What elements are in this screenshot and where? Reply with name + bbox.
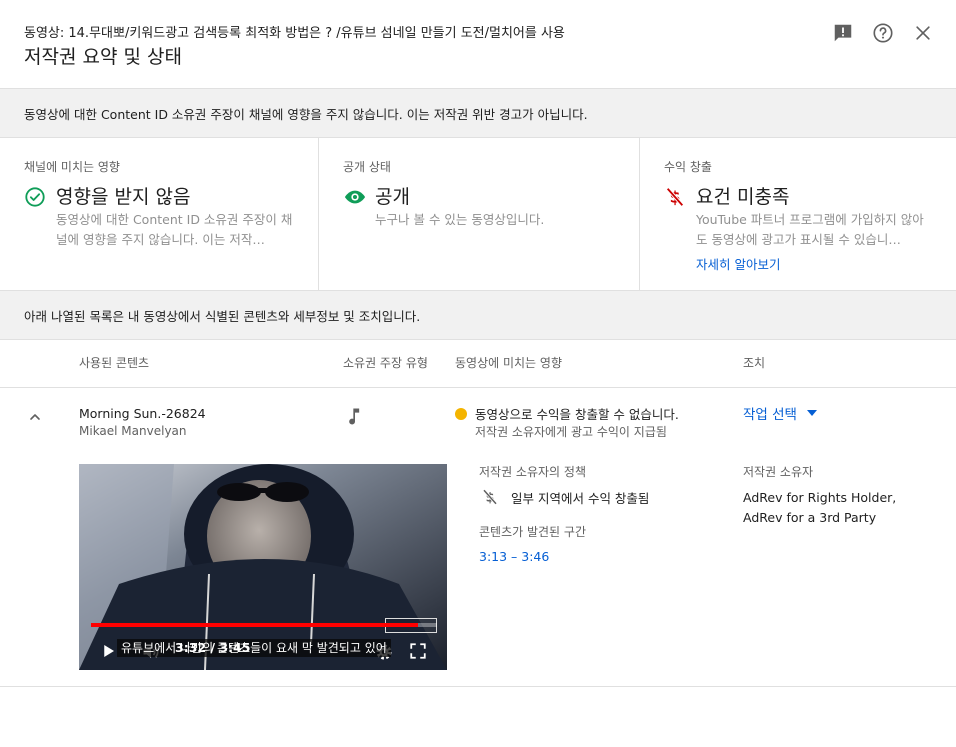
monetization-card: 수익 창출 $ 요건 미충족 YouTube 파트너 프로그램에 가입하지 않아… [639,138,956,290]
play-icon[interactable] [99,642,119,662]
progress-bar-fill [91,623,418,627]
impact-sub-text: 저작권 소유자에게 광고 수익이 지급됨 [475,425,667,439]
segment-label: 콘텐츠가 발견된 구간 [479,525,586,539]
banner-text: 동영상에 대한 Content ID 소유권 주장이 채널에 영향을 주지 않습… [24,107,588,122]
video-time-display: 3:32 / 3:45 [175,640,251,655]
table-row: Morning Sun.-26824 Mikael Manvelyan 동영상으… [0,388,956,687]
banner-text: 아래 나열된 목록은 내 동영상에서 식별된 콘텐츠와 세부정보 및 조치입니다… [24,309,421,324]
fullscreen-icon[interactable] [409,642,429,662]
channel-impact-card: 채널에 미치는 영향 영향을 받지 않음 동영상에 대한 Content ID … [0,138,318,290]
content-artist: Mikael Manvelyan [79,424,187,438]
caret-down-icon [806,410,817,416]
card-label: 수익 창출 [664,160,712,174]
video-caption: 유튜브에서 나만의 콘텐츠들이 요새 막 발견되고 있어 [117,639,391,657]
owner-value: AdRev for Rights Holder, AdRev for a 3rd… [743,490,897,525]
dialog-title: 저작권 요약 및 상태 [24,46,182,68]
learn-more-link[interactable]: 자세히 알아보기 [696,254,780,273]
claims-table-header: 사용된 콘텐츠 소유권 주장 유형 동영상에 미치는 영향 조치 [0,340,956,388]
column-header-action: 조치 [743,356,766,370]
check-circle-icon [24,186,46,208]
owner-label: 저작권 소유자 [743,465,814,479]
no-dollar-icon: $ [664,186,686,208]
eye-icon [343,186,366,208]
visibility-card: 공개 상태 공개 누구나 볼 수 있는 동영상입니다. [318,138,640,290]
segment-link[interactable]: 3:13 – 3:46 [479,549,549,564]
column-header-claim-type: 소유권 주장 유형 [343,356,428,370]
card-status: 공개 [375,186,410,208]
card-status: 영향을 받지 않음 [56,186,191,208]
chevron-up-icon [30,414,40,420]
card-label: 채널에 미치는 영향 [24,160,120,174]
column-header-impact: 동영상에 미치는 영향 [455,356,562,370]
impact-main-text: 동영상으로 수익을 창출할 수 없습니다. [475,407,679,422]
card-description: 누구나 볼 수 있는 동영상입니다. [375,212,545,227]
close-icon[interactable] [911,21,935,45]
copyright-notice-banner: 동영상에 대한 Content ID 소유권 주장이 채널에 영향을 주지 않습… [0,89,956,138]
content-title: Morning Sun.-26824 [79,406,206,421]
identified-content-banner: 아래 나열된 목록은 내 동영상에서 식별된 콘텐츠와 세부정보 및 조치입니다… [0,291,956,340]
select-action-label: 작업 선택 [743,407,797,423]
no-dollar-icon: $ [481,488,499,506]
status-cards: 채널에 미치는 영향 영향을 받지 않음 동영상에 대한 Content ID … [0,138,956,291]
impact-status-dot [455,408,467,420]
card-label: 공개 상태 [343,160,391,174]
collapse-row-button[interactable] [24,406,46,428]
card-description: YouTube 파트너 프로그램에 가입하지 않아도 동영상에 광고가 표시될 … [696,212,924,247]
column-header-content: 사용된 콘텐츠 [79,356,150,370]
video-title-label: 동영상: 14.무대뽀/키워드광고 검색등록 최적화 방법은 ? /유튜브 섬네… [24,26,565,41]
card-description: 동영상에 대한 Content ID 소유권 주장이 채널에 영향을 주지 않습… [56,212,293,247]
music-note-icon [345,405,365,427]
help-icon[interactable] [871,21,895,45]
policy-label: 저작권 소유자의 정책 [479,465,586,479]
video-player[interactable]: 유튜브에서 나만의 콘텐츠들이 요새 막 발견되고 있어 3:32 / 3:45 [79,464,447,670]
dialog-header: 동영상: 14.무대뽀/키워드광고 검색등록 최적화 방법은 ? /유튜브 섬네… [0,0,956,89]
policy-text: 일부 지역에서 수익 창출됨 [511,491,650,506]
select-action-button[interactable]: 작업 선택 [743,403,817,423]
progress-bar[interactable] [91,623,437,627]
card-status: 요건 미충족 [696,186,790,208]
feedback-icon[interactable] [831,21,855,45]
